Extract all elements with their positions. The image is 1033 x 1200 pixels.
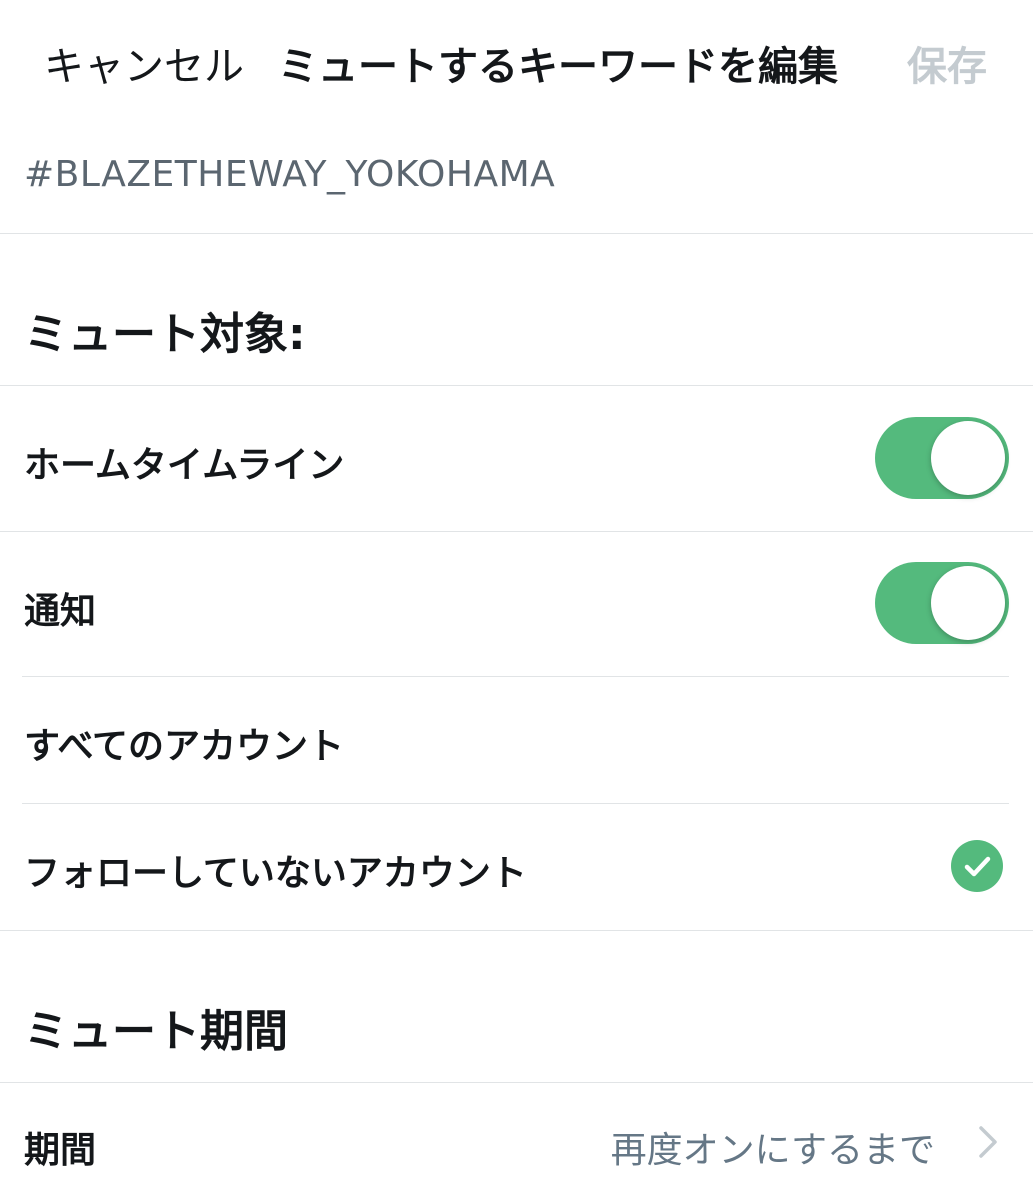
notifications-label: 通知	[24, 591, 97, 632]
cancel-button[interactable]: キャンセル	[44, 34, 244, 92]
divider	[0, 233, 1033, 234]
header-bar: キャンセル ミュートするキーワードを編集 保存	[0, 0, 1033, 118]
period-value: 再度オンにするまで	[610, 1130, 935, 1171]
keyword-input[interactable]: #BLAZETHEWAY_YOKOHAMA	[24, 154, 555, 195]
checkmark-icon	[951, 840, 1003, 892]
toggle-knob	[931, 566, 1005, 640]
home-timeline-toggle[interactable]	[875, 417, 1009, 499]
save-button[interactable]: 保存	[907, 34, 987, 92]
mute-period-heading: ミュート期間	[24, 1006, 288, 1057]
mute-target-heading: ミュート対象:	[24, 309, 306, 360]
page-title: ミュートするキーワードを編集	[278, 44, 838, 90]
not-followed-accounts-label: フォローしていないアカウント	[24, 853, 527, 894]
period-label: 期間	[24, 1130, 97, 1171]
all-accounts-label: すべてのアカウント	[24, 726, 345, 767]
chevron-right-icon	[975, 1122, 1001, 1162]
toggle-knob	[931, 421, 1005, 495]
divider	[0, 930, 1033, 931]
notifications-toggle[interactable]	[875, 562, 1009, 644]
home-timeline-label: ホームタイムライン	[24, 445, 345, 486]
